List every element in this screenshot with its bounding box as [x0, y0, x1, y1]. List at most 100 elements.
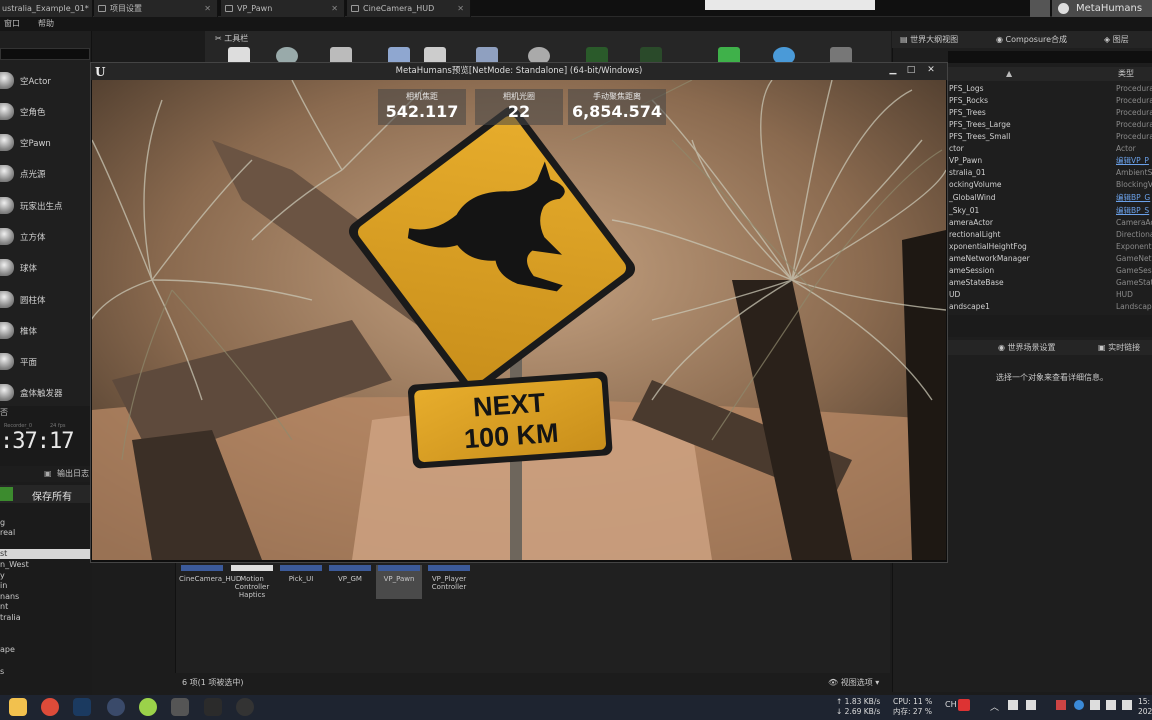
asset-tile[interactable]: Motion Controller Haptics: [229, 565, 275, 600]
tray-chevron-up-icon[interactable]: ︿: [990, 700, 999, 713]
outliner-row[interactable]: PFS_Logs Procedural: [948, 83, 1152, 95]
outliner-row[interactable]: PFS_Rocks Procedural: [948, 95, 1152, 107]
place-item-empty-pawn[interactable]: 空Pawn: [0, 128, 92, 158]
asset-tile-selected[interactable]: VP_Pawn: [376, 565, 422, 599]
game-viewport[interactable]: NEXT 100 KM: [92, 80, 946, 560]
outliner-row[interactable]: ameraActor CameraAct: [948, 217, 1152, 229]
outliner-row[interactable]: ameStateBase GameState: [948, 277, 1152, 289]
place-item-sphere[interactable]: 球体: [0, 253, 92, 283]
output-log-tab[interactable]: 输出日志: [57, 466, 89, 482]
outliner-row[interactable]: PFS_Trees Procedural: [948, 107, 1152, 119]
outliner-row[interactable]: ockingVolume BlockingV: [948, 179, 1152, 191]
row-name: UD: [949, 290, 961, 299]
place-item-cylinder[interactable]: 圆柱体: [0, 285, 92, 315]
outliner-row[interactable]: _GlobalWind 编辑BP_G: [948, 192, 1152, 204]
folder-item[interactable]: y: [0, 571, 92, 581]
epic-games-icon[interactable]: [204, 698, 222, 716]
tab-composure[interactable]: ◉ Composure合成: [996, 31, 1067, 48]
tab-live-link[interactable]: ▣ 实时链接: [1098, 340, 1140, 355]
unreal-editor-icon[interactable]: [171, 698, 189, 716]
place-item-plane[interactable]: 平面: [0, 347, 92, 377]
tray-icon[interactable]: [1008, 700, 1018, 710]
sort-arrow-icon[interactable]: ▲: [1006, 67, 1012, 81]
edit-blueprint-link[interactable]: 编辑BP_G: [1116, 192, 1150, 204]
hud-focal-length: 相机焦距 542.117: [378, 89, 466, 125]
outliner-row[interactable]: stralia_01 AmbientS: [948, 167, 1152, 179]
type-column-header[interactable]: 类型: [1118, 67, 1134, 81]
outliner-row[interactable]: ameSession GameSess: [948, 265, 1152, 277]
close-icon[interactable]: ✕: [922, 65, 940, 76]
edit-blueprint-link[interactable]: 编辑BP_S: [1116, 205, 1149, 217]
wifi-icon[interactable]: [1090, 700, 1100, 710]
take-recorder-tab[interactable]: 否: [0, 407, 8, 418]
save-all-button[interactable]: 保存所有: [0, 485, 92, 503]
asset-tile[interactable]: Pick_UI: [278, 565, 324, 600]
steam-icon[interactable]: [73, 698, 91, 716]
menu-window[interactable]: 窗口: [4, 19, 20, 28]
outliner-row[interactable]: _Sky_01 编辑BP_S: [948, 205, 1152, 217]
place-item-empty-character[interactable]: 空角色: [0, 97, 92, 127]
asset-tile[interactable]: CineCamera_HUD: [179, 565, 241, 600]
toolbar-tab[interactable]: ✂ 工具栏: [215, 33, 248, 44]
tray-icon[interactable]: [1056, 700, 1066, 710]
outliner-row[interactable]: UD HUD: [948, 289, 1152, 301]
close-icon[interactable]: ✕: [331, 0, 338, 17]
place-item-cone[interactable]: 椎体: [0, 316, 92, 346]
tab-cinecamera-hud[interactable]: CineCamera_HUD ✕: [347, 0, 471, 17]
close-icon[interactable]: ✕: [204, 0, 211, 17]
outliner-row[interactable]: PFS_Trees_Small Procedural: [948, 131, 1152, 143]
outliner-row[interactable]: ctor Actor: [948, 143, 1152, 155]
folder-item[interactable]: ape: [0, 645, 92, 655]
chrome-icon[interactable]: [41, 698, 59, 716]
add-icon[interactable]: [0, 487, 13, 501]
notification-icon[interactable]: [1122, 700, 1132, 710]
place-item-player-start[interactable]: 玩家出生点: [0, 191, 92, 221]
folder-item[interactable]: nans: [0, 592, 92, 602]
tray-icon[interactable]: [1026, 700, 1036, 710]
app-icon[interactable]: [139, 698, 157, 716]
tab-layers[interactable]: ◈ 图层: [1104, 31, 1129, 48]
maximize-icon[interactable]: □: [902, 65, 920, 76]
tab-level[interactable]: ustralia_Example_01*: [0, 0, 93, 17]
system-clock[interactable]: 15: 202: [1138, 697, 1152, 717]
outliner-row[interactable]: VP_Pawn 编辑VP_P: [948, 155, 1152, 167]
outliner-row[interactable]: xponentialHeightFog Exponenti: [948, 241, 1152, 253]
outliner-row[interactable]: rectionalLight Directiona: [948, 229, 1152, 241]
asset-tile[interactable]: VP_GM: [327, 565, 373, 600]
place-actors-search[interactable]: [0, 48, 90, 60]
folder-item-selected[interactable]: st: [0, 549, 92, 559]
unreal-icon[interactable]: [236, 698, 254, 716]
tab-world-settings[interactable]: ◉ 世界场景设置: [998, 340, 1056, 355]
folder-item[interactable]: nt: [0, 602, 92, 612]
tab-project-settings[interactable]: 项目设置 ✕: [94, 0, 218, 17]
menu-help[interactable]: 帮助: [38, 19, 54, 28]
folder-item[interactable]: real: [0, 528, 92, 538]
tab-vp-pawn[interactable]: VP_Pawn ✕: [221, 0, 345, 17]
folder-item[interactable]: s: [0, 667, 92, 677]
folder-item[interactable]: n_West: [0, 560, 92, 570]
tray-icon[interactable]: [1074, 700, 1084, 710]
view-options-button[interactable]: 👁 视图选项 ▾: [828, 677, 879, 688]
tab-world-outliner[interactable]: ▤ 世界大纲视图: [900, 31, 958, 48]
app-icon[interactable]: [107, 698, 125, 716]
input-method-indicator[interactable]: CH: [945, 700, 957, 709]
outliner-row[interactable]: PFS_Trees_Large Procedural: [948, 119, 1152, 131]
close-icon[interactable]: ✕: [457, 0, 464, 17]
outliner-search[interactable]: [948, 51, 1152, 63]
folder-item[interactable]: g: [0, 518, 92, 528]
place-item-box-trigger[interactable]: 盒体触发器: [0, 378, 92, 408]
edit-blueprint-link[interactable]: 编辑VP_P: [1116, 155, 1149, 167]
place-item-point-light[interactable]: 点光源: [0, 159, 92, 189]
asset-tile[interactable]: VP_Player Controller: [426, 565, 472, 600]
volume-icon[interactable]: [1106, 700, 1116, 710]
place-item-empty-actor[interactable]: 空Actor: [0, 66, 92, 96]
tray-app-icon[interactable]: [958, 699, 970, 711]
outliner-row[interactable]: andscape1 Landscape: [948, 301, 1152, 313]
minimize-icon[interactable]: ▁: [884, 65, 902, 76]
folder-item[interactable]: tralia: [0, 613, 92, 623]
folder-item[interactable]: in: [0, 581, 92, 591]
place-item-cube[interactable]: 立方体: [0, 222, 92, 252]
folder-icon[interactable]: [9, 698, 27, 716]
outliner-row[interactable]: ameNetworkManager GameNetw: [948, 253, 1152, 265]
source-control-icon[interactable]: [1030, 0, 1050, 17]
